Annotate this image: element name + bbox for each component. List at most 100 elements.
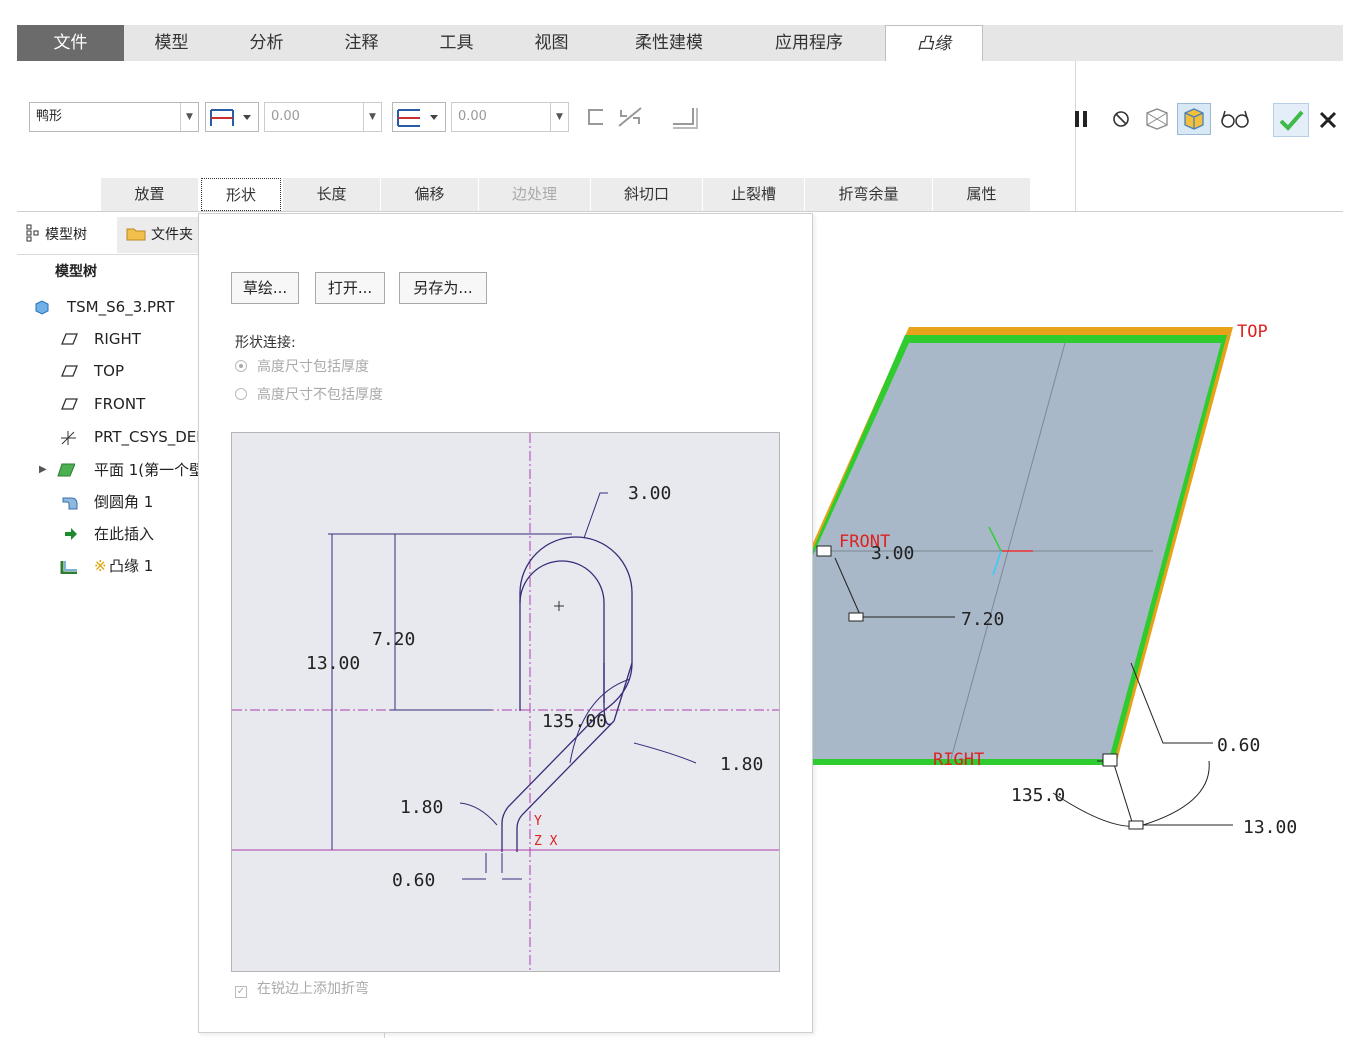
model-view: TOP FRONT RIGHT 3.00 7.20 0.60 135.0 13.…: [813, 322, 1297, 838]
tab-flexible-modeling[interactable]: 柔性建模: [599, 25, 739, 61]
flange-profile: [501, 536, 633, 852]
tab-model-tree-label: 模型树: [45, 227, 87, 243]
tree-item-label: 在此插入: [94, 525, 155, 543]
length2-value: 0.00: [458, 109, 487, 124]
pause-icon[interactable]: [1071, 107, 1093, 131]
expand-arrow-icon[interactable]: ▶: [39, 458, 47, 482]
radio-exclude-thickness[interactable]: 高度尺寸不包括厚度: [235, 384, 383, 404]
dim-135-00[interactable]: 135.00: [542, 711, 607, 732]
drag-handle[interactable]: [1102, 753, 1118, 767]
separate-preview-icon[interactable]: [1141, 105, 1171, 133]
datum-plane-icon: [61, 398, 78, 410]
tab-view[interactable]: 视图: [504, 25, 599, 61]
ribbon-body: 鸭形 ▼ 0.00 ▼ 0.00 ▼ 放置 形状 长度 偏移 边处理 斜切口 止…: [17, 61, 1343, 212]
subtab-edge-treatment[interactable]: 边处理: [479, 178, 591, 211]
dim-13-00[interactable]: 13.00: [306, 653, 360, 674]
tree-item-label: RIGHT: [94, 330, 141, 348]
tab-analysis[interactable]: 分析: [219, 25, 314, 61]
shape-type-value: 鸭形: [36, 109, 63, 124]
sketch-drawing: 3.00 7.20 13.00 135.00 1.80 1.80 0.60 Y …: [232, 433, 779, 971]
subtab-bend-allowance[interactable]: 折弯余量: [805, 178, 933, 211]
coordinate-system-icon: [61, 431, 76, 445]
tab-folder-label: 文件夹: [151, 227, 193, 243]
axis-zx-label: Z X: [534, 834, 558, 849]
datum-label-right: RIGHT: [933, 750, 984, 770]
tree-icon: [26, 224, 39, 242]
tab-annotate[interactable]: 注释: [314, 25, 409, 61]
dim-135[interactable]: 135.0: [1011, 785, 1065, 806]
dim-1-80-left[interactable]: 1.80: [400, 797, 443, 818]
save-as-button[interactable]: 另存为...: [399, 272, 487, 304]
edge-thickness-icon[interactable]: [669, 102, 701, 132]
length2-field[interactable]: 0.00 ▼: [451, 102, 569, 132]
tab-flange[interactable]: 凸缘: [885, 25, 983, 62]
subtab-shape[interactable]: 形状: [201, 178, 281, 211]
chevron-down-icon[interactable]: ▼: [363, 103, 381, 131]
folder-icon: [126, 228, 146, 241]
open-button[interactable]: 打开...: [315, 272, 385, 304]
drag-handle[interactable]: [1128, 820, 1144, 830]
cancel-icon[interactable]: [1315, 107, 1341, 133]
add-bend-checkbox[interactable]: ✓ 在锐边上添加折弯: [235, 978, 369, 998]
shape-panel: 草绘... 打开... 另存为... 形状连接: 高度尺寸包括厚度 高度尺寸不包…: [198, 213, 813, 1033]
tab-model[interactable]: 模型: [124, 25, 219, 61]
tree-header: 模型树: [55, 264, 97, 280]
tab-model-tree[interactable]: 模型树: [17, 217, 115, 253]
attached-preview-icon[interactable]: [1177, 103, 1211, 135]
verify-glasses-icon[interactable]: [1219, 107, 1251, 131]
radio-unselected-icon: [235, 388, 247, 400]
no-preview-icon[interactable]: [1109, 107, 1133, 131]
chevron-down-icon[interactable]: ▼: [180, 103, 198, 131]
length-start-icon: [205, 102, 259, 132]
radio-exclude-thickness-label: 高度尺寸不包括厚度: [257, 387, 383, 403]
subtab-offset[interactable]: 偏移: [381, 178, 479, 211]
ribbon-tab-bar: 文件 模型 分析 注释 工具 视图 柔性建模 应用程序 凸缘: [17, 25, 1343, 62]
dim-3-00[interactable]: 3.00: [628, 483, 671, 504]
dim-0-60[interactable]: 0.60: [392, 870, 435, 891]
dim-7-20[interactable]: 7.20: [372, 629, 415, 650]
datum-label-top: TOP: [1237, 322, 1268, 342]
planar-wall-icon: [57, 463, 75, 477]
confirm-icon[interactable]: [1273, 103, 1309, 137]
flip-profile-icon[interactable]: [583, 102, 609, 132]
radio-include-thickness[interactable]: 高度尺寸包括厚度: [235, 356, 369, 376]
length-type1-button[interactable]: [205, 102, 259, 132]
tab-tools[interactable]: 工具: [409, 25, 504, 61]
subtab-placement[interactable]: 放置: [101, 178, 199, 211]
round-icon: [62, 497, 78, 510]
subtab-length[interactable]: 长度: [283, 178, 381, 211]
length1-field[interactable]: 0.00 ▼: [264, 102, 382, 132]
tab-applications[interactable]: 应用程序: [739, 25, 879, 61]
chevron-down-icon[interactable]: ▼: [550, 103, 568, 131]
axis-y-label: Y: [534, 814, 542, 829]
shape-type-select[interactable]: 鸭形 ▼: [29, 102, 199, 132]
length-type2-button[interactable]: [392, 102, 446, 132]
dim-13-00[interactable]: 13.00: [1243, 817, 1297, 838]
shape-connection-label: 形状连接:: [235, 335, 296, 351]
subtab-miter-cut[interactable]: 斜切口: [591, 178, 703, 211]
tree-item-label: 平面 1(第一个壁): [94, 461, 211, 479]
radio-selected-icon: [235, 360, 247, 372]
sketch-button[interactable]: 草绘...: [231, 272, 299, 304]
tab-folder-browser[interactable]: 文件夹: [117, 217, 199, 253]
tab-file[interactable]: 文件: [17, 25, 124, 61]
subtab-relief[interactable]: 止裂槽: [703, 178, 805, 211]
dim-overlap[interactable]: 3.00: [871, 543, 914, 564]
new-feature-mark: ※: [94, 557, 107, 575]
drag-handle[interactable]: [816, 545, 832, 557]
drag-handle[interactable]: [848, 612, 864, 622]
center-mark: [554, 601, 564, 611]
length1-value: 0.00: [271, 109, 300, 124]
dim-1-80-right[interactable]: 1.80: [720, 754, 763, 775]
flange-icon: [60, 561, 77, 574]
graphics-viewport[interactable]: TOP FRONT RIGHT 3.00 7.20 0.60 135.0 13.…: [813, 213, 1368, 1051]
tree-item-label: TSM_S6_3.PRT: [67, 298, 175, 316]
datum-plane-icon: [61, 365, 78, 377]
ribbon-separator: [1075, 61, 1076, 211]
subtab-properties[interactable]: 属性: [933, 178, 1031, 211]
checkbox-checked-icon: ✓: [235, 986, 247, 998]
dim-7-20[interactable]: 7.20: [961, 609, 1004, 630]
tree-item-label: 凸缘 1: [109, 557, 154, 575]
dim-0-60[interactable]: 0.60: [1217, 735, 1260, 756]
flip-direction-icon[interactable]: [615, 102, 647, 132]
